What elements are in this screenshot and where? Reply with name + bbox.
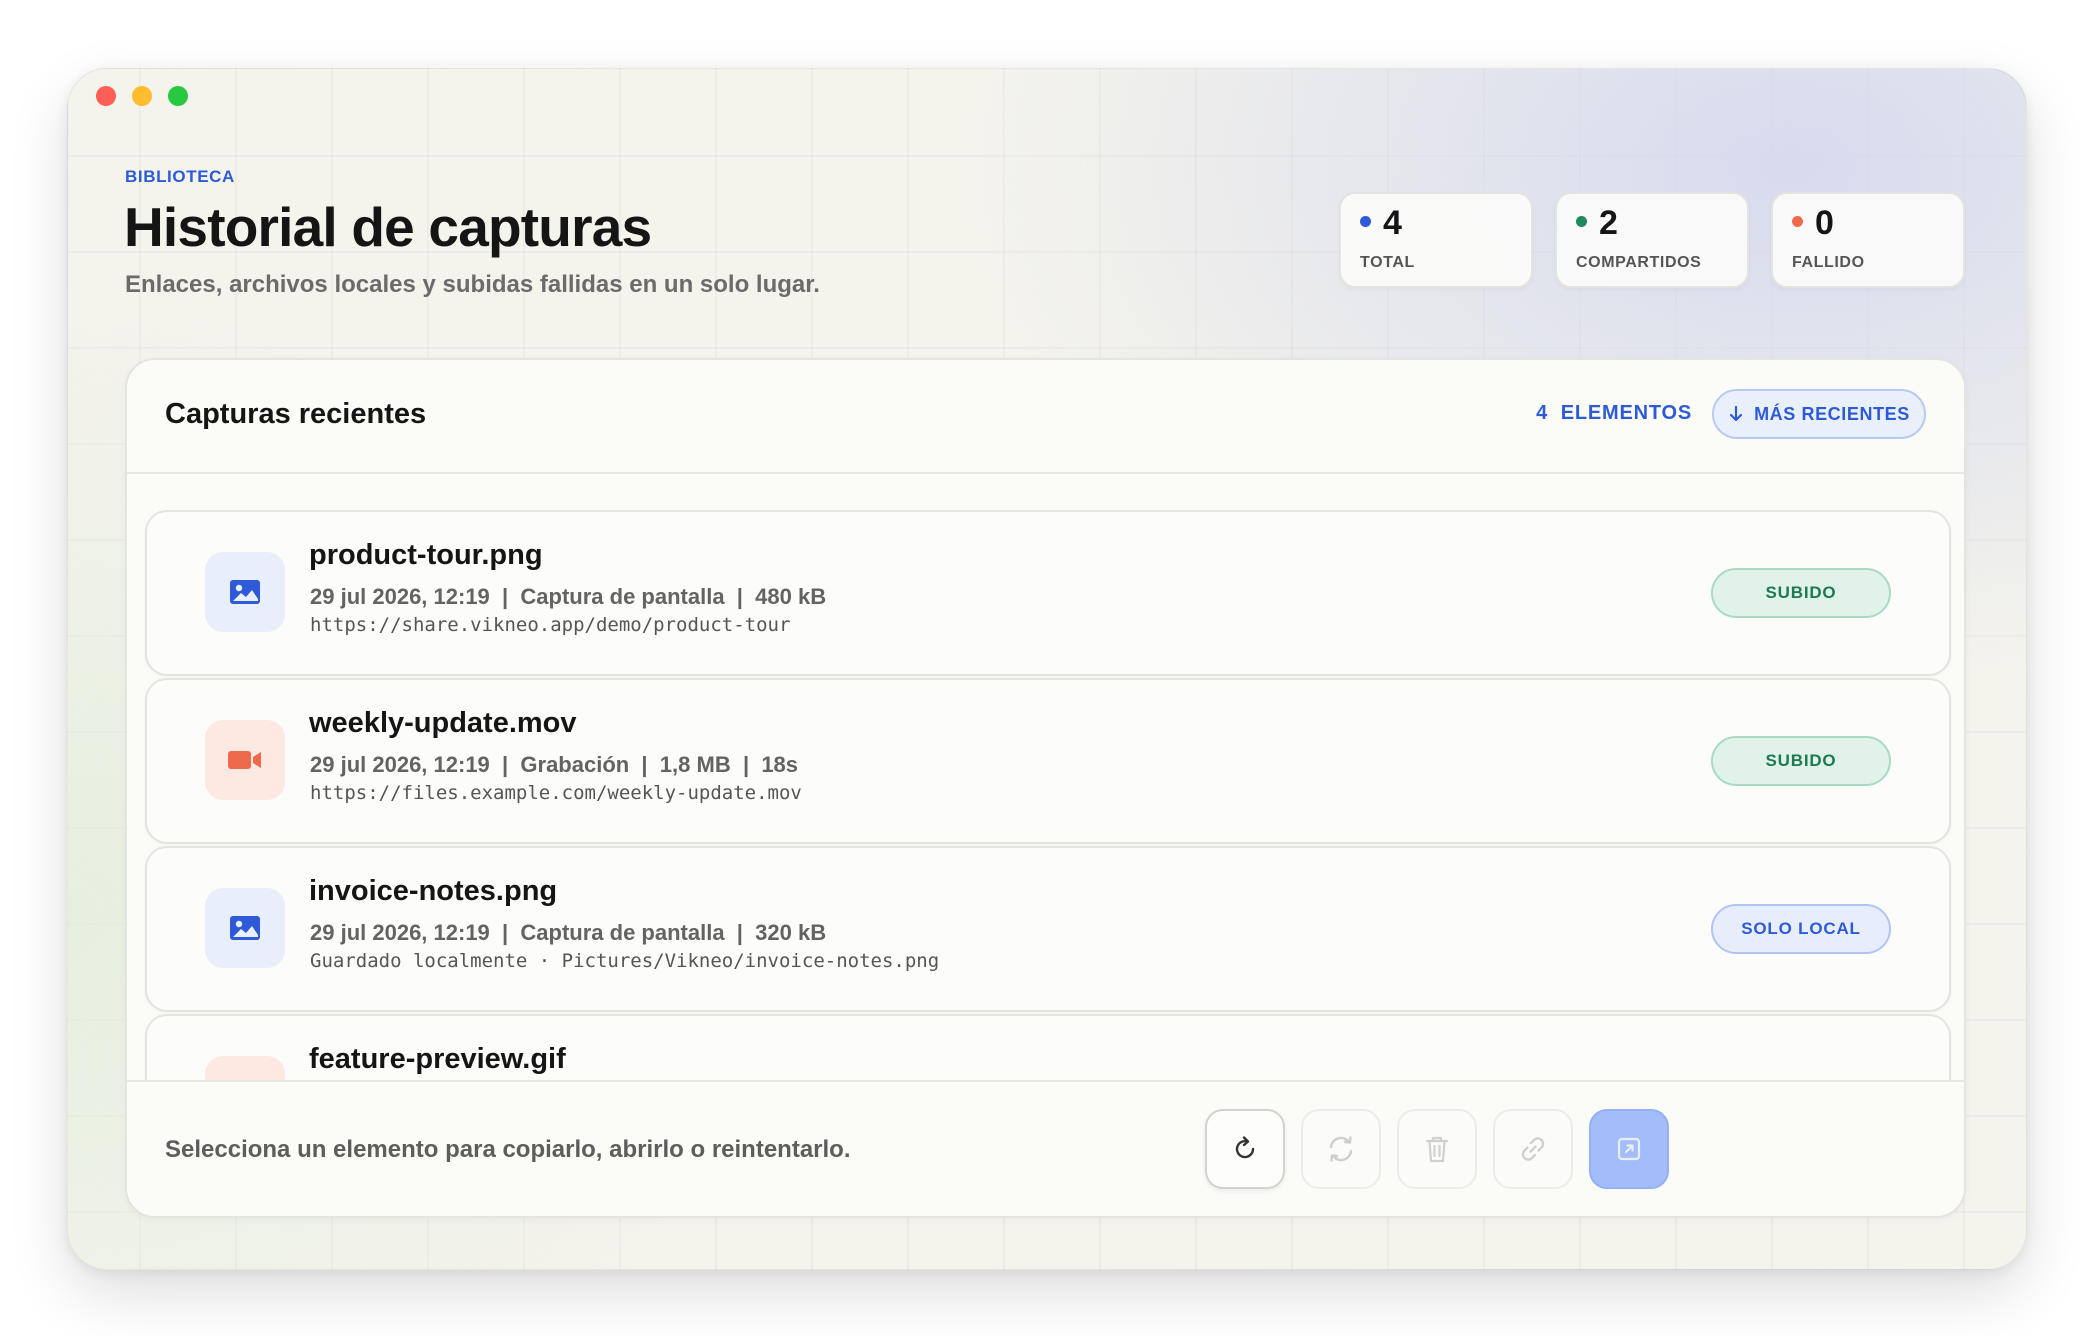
open-external-icon [1617,1137,1641,1161]
file-name: invoice-notes.png [309,875,558,907]
image-icon [205,888,285,968]
retry-button[interactable] [1301,1109,1381,1189]
refresh-button[interactable] [1205,1109,1285,1189]
minimize-window-button[interactable] [132,86,152,106]
status-dot [1792,215,1803,227]
link-icon [1521,1137,1545,1161]
file-name: feature-preview.gif [309,1043,566,1075]
trash-icon [1425,1136,1449,1163]
file-meta: 29 jul 2026, 12:19 | Grabación | 1,8 MB … [310,752,799,777]
selection-hint: Selecciona un elemento para copiarlo, ab… [165,1136,851,1163]
stat-card-total: 4 TOTAL [1339,192,1533,288]
status-badge: SUBIDO [1711,568,1891,618]
sort-label: MÁS RECIENTES [1754,403,1910,424]
zoom-window-button[interactable] [168,86,188,106]
stat-number: 2 [1599,204,1618,242]
list-item[interactable]: feature-preview.gif [145,1014,1951,1080]
stat-value: 4 [1360,204,1402,243]
arrow-down-icon [1729,405,1743,422]
stat-card-shared: 2 COMPARTIDOS [1555,192,1749,288]
stat-number: 4 [1383,204,1402,242]
close-window-button[interactable] [96,86,116,106]
stat-value: 2 [1576,204,1618,243]
panel-header: Capturas recientes 4 ELEMENTOS MÁS RECIE… [127,360,1964,474]
app-window: BIBLIOTECA Historial de capturas Enlaces… [67,68,2027,1270]
stat-label: FALLIDO [1792,254,1865,271]
panel-title: Capturas recientes [165,398,427,430]
item-count: 4 ELEMENTOS [1536,402,1692,424]
file-url[interactable]: https://share.vikneo.app/demo/product-to… [310,614,790,636]
stat-label: COMPARTIDOS [1576,254,1702,271]
retry-icon [1329,1136,1353,1162]
stat-label: TOTAL [1360,254,1415,271]
sort-button[interactable]: MÁS RECIENTES [1712,389,1926,439]
file-name: weekly-update.mov [309,707,577,739]
video-camera-icon [205,1056,285,1080]
stat-card-failed: 0 FALLIDO [1771,192,1965,288]
file-meta: 29 jul 2026, 12:19 | Captura de pantalla… [310,584,827,609]
stat-value: 0 [1792,204,1834,243]
status-dot [1360,215,1371,227]
video-camera-icon [205,720,285,800]
list-item[interactable]: weekly-update.mov 29 jul 2026, 12:19 | G… [145,678,1951,844]
status-dot [1576,215,1587,227]
page-subtitle: Enlaces, archivos locales y subidas fall… [125,271,820,298]
status-badge: SOLO LOCAL [1711,904,1891,954]
panel-footer: Selecciona un elemento para copiarlo, ab… [127,1080,1964,1216]
list-item[interactable]: product-tour.png 29 jul 2026, 12:19 | Ca… [145,510,1951,676]
file-url[interactable]: https://files.example.com/weekly-update.… [310,782,802,804]
file-path[interactable]: Guardado localmente · Pictures/Vikneo/in… [310,950,939,972]
section-eyebrow: BIBLIOTECA [125,167,235,186]
file-name: product-tour.png [309,539,543,571]
file-meta: 29 jul 2026, 12:19 | Captura de pantalla… [310,920,827,945]
status-badge: SUBIDO [1711,736,1891,786]
stat-number: 0 [1815,204,1834,242]
delete-button[interactable] [1397,1109,1477,1189]
open-button[interactable] [1589,1109,1669,1189]
recent-captures-panel: Capturas recientes 4 ELEMENTOS MÁS RECIE… [125,358,1966,1218]
list-item[interactable]: invoice-notes.png 29 jul 2026, 12:19 | C… [145,846,1951,1012]
page-title: Historial de capturas [124,196,652,258]
captures-list[interactable]: product-tour.png 29 jul 2026, 12:19 | Ca… [127,474,1964,1080]
copy-link-button[interactable] [1493,1109,1573,1189]
refresh-icon [1235,1136,1255,1159]
image-icon [205,552,285,632]
